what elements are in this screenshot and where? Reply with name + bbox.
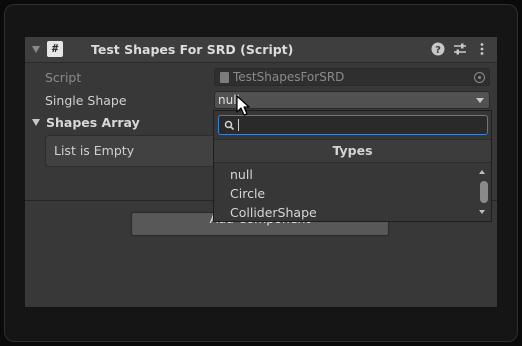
component-title: Test Shapes For SRD (Script) xyxy=(91,42,294,57)
scroll-up-arrow-icon[interactable] xyxy=(479,170,485,174)
dropdown-arrow-icon xyxy=(476,98,484,103)
script-value: TestShapesForSRD xyxy=(233,70,345,84)
script-file-icon xyxy=(220,72,229,83)
component-header[interactable]: # Test Shapes For SRD (Script) ? xyxy=(25,37,497,63)
foldout-arrow-icon[interactable] xyxy=(32,46,40,53)
type-item-null[interactable]: null xyxy=(230,167,253,182)
type-search-input[interactable] xyxy=(218,115,488,135)
script-object-field[interactable]: TestShapesForSRD xyxy=(214,68,490,86)
svg-text:?: ? xyxy=(435,45,441,56)
text-caret xyxy=(238,119,239,131)
type-item-collidershape[interactable]: ColliderShape xyxy=(230,205,317,220)
scroll-down-arrow-icon[interactable] xyxy=(479,210,485,214)
more-vertical-icon[interactable] xyxy=(474,41,490,57)
script-label: Script xyxy=(45,70,82,85)
type-item-circle[interactable]: Circle xyxy=(230,186,265,201)
scrollbar-thumb[interactable] xyxy=(480,181,488,203)
presets-icon[interactable] xyxy=(452,41,468,57)
type-selector-popup: Types null Circle ColliderShape xyxy=(213,110,492,222)
search-icon xyxy=(224,120,235,131)
object-picker-icon[interactable] xyxy=(474,72,485,83)
help-icon[interactable]: ? xyxy=(430,41,446,57)
types-header: Types xyxy=(214,139,491,163)
list-empty-text: List is Empty xyxy=(54,143,135,158)
csharp-script-icon: # xyxy=(47,41,63,57)
single-shape-dropdown[interactable]: null xyxy=(214,91,490,109)
shapes-array-foldout-icon[interactable] xyxy=(32,119,40,126)
shapes-array-label[interactable]: Shapes Array xyxy=(46,115,140,130)
single-shape-label: Single Shape xyxy=(45,93,127,108)
mouse-pointer-icon xyxy=(236,95,250,116)
